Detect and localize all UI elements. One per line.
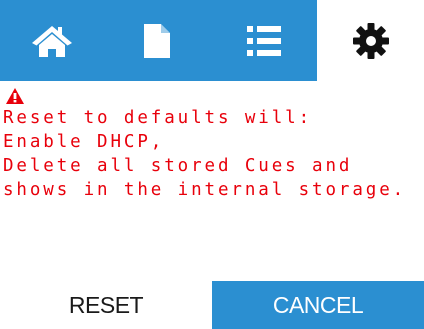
warning-line: Delete all stored Cues and bbox=[3, 156, 353, 176]
warning-icon bbox=[6, 88, 24, 104]
tab-home[interactable] bbox=[0, 0, 104, 81]
tab-list[interactable] bbox=[210, 0, 317, 81]
home-icon bbox=[32, 25, 72, 57]
reset-button[interactable]: RESET bbox=[0, 281, 212, 329]
warning-line: Reset to defaults will: bbox=[3, 108, 313, 128]
tab-file[interactable] bbox=[104, 0, 210, 81]
warning-line: shows in the internal storage. bbox=[3, 180, 407, 200]
reset-warning-message: Reset to defaults will: Enable DHCP, Del… bbox=[3, 88, 421, 202]
tab-settings[interactable] bbox=[317, 0, 424, 81]
action-buttons: RESET CANCEL bbox=[0, 281, 424, 329]
warning-line: Enable DHCP, bbox=[3, 132, 165, 152]
list-icon bbox=[246, 25, 281, 56]
file-icon bbox=[144, 23, 170, 58]
gear-icon bbox=[352, 22, 389, 59]
cancel-button[interactable]: CANCEL bbox=[212, 281, 424, 329]
tab-bar bbox=[0, 0, 424, 81]
